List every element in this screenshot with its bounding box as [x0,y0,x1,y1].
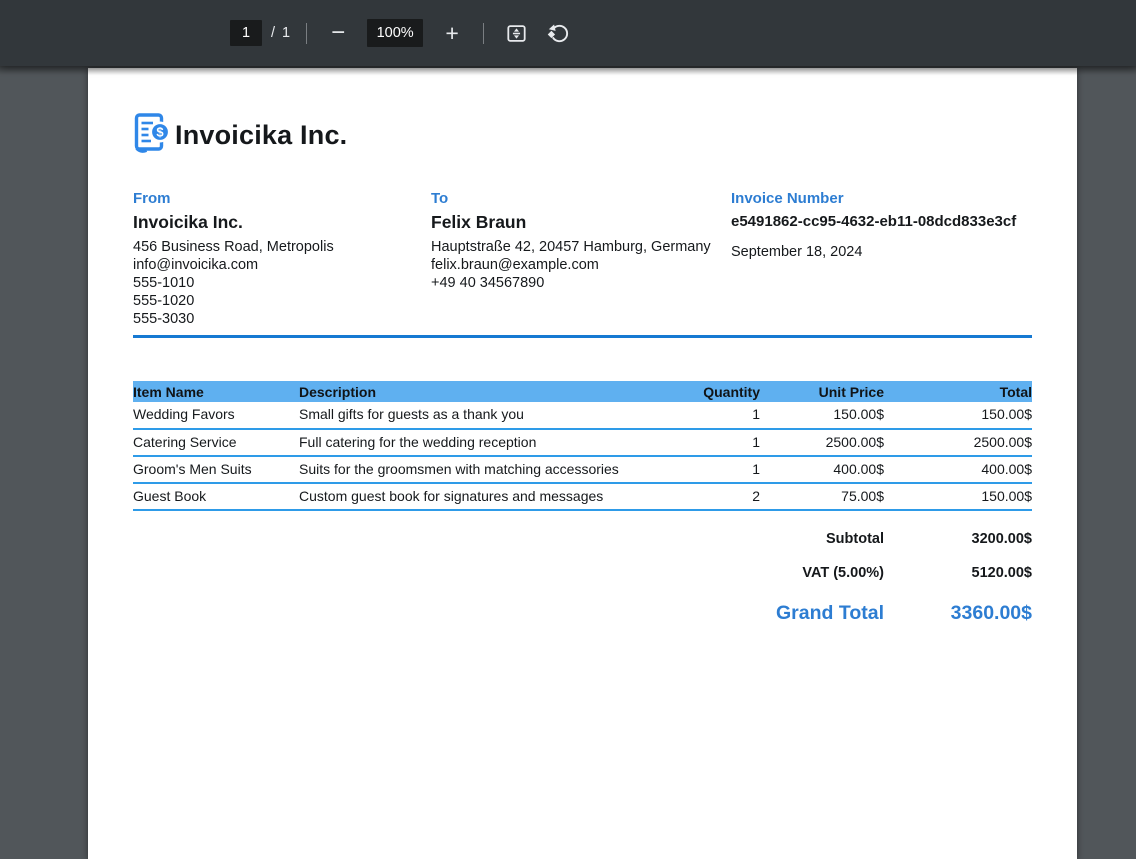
pdf-viewer-canvas: $ Invoicika Inc. From Invoicika Inc. 456… [0,66,1136,859]
page-total: 1 [282,25,291,41]
to-address: Hauptstraße 42, 20457 Hamburg, Germany [431,239,711,255]
cell-description: Small gifts for guests as a thank you [299,402,660,430]
from-phone: 555-3030 [133,311,195,327]
table-header-row: Item Name Description Quantity Unit Pric… [133,381,1032,402]
invoice-date: September 18, 2024 [731,244,863,260]
company-title: Invoicika Inc. [175,120,348,150]
zoom-level-input[interactable] [367,19,424,47]
toolbar-divider [306,22,308,44]
subtotal-value: 3200.00$ [971,531,1032,547]
subtotal-label: Subtotal [826,531,884,547]
cell-total: 150.00$ [884,402,1032,430]
vat-value: 5120.00$ [971,565,1032,581]
page-number-input[interactable] [230,20,262,46]
vat-label: VAT (5.00%) [802,565,884,581]
cell-description: Suits for the groomsmen with matching ac… [299,456,660,484]
cell-unit-price: 400.00$ [760,456,884,484]
invoice-number-block: Invoice Number e5491862-cc95-4632-eb11-0… [731,190,1032,328]
pdf-page: $ Invoicika Inc. From Invoicika Inc. 456… [88,68,1077,859]
cell-quantity: 1 [660,429,760,457]
header-description: Description [299,381,660,402]
rotate-counterclockwise-button[interactable] [542,17,574,49]
pdf-toolbar: / 1 − + [0,0,1136,66]
cell-item-name: Wedding Favors [133,402,299,430]
cell-item-name: Groom's Men Suits [133,456,299,484]
invoice-header: $ Invoicika Inc. [88,68,1077,159]
header-unit-price: Unit Price [760,381,884,402]
invoice-number-label: Invoice Number [731,190,844,207]
to-phone: +49 40 34567890 [431,275,545,291]
cell-unit-price: 75.00$ [760,483,884,511]
invoice-parties: From Invoicika Inc. 456 Business Road, M… [88,190,1077,328]
toolbar-divider [483,22,485,44]
to-name: Felix Braun [431,212,527,232]
to-block: To Felix Braun Hauptstraße 42, 20457 Ham… [431,190,731,328]
table-row: Wedding Favors Small gifts for guests as… [133,402,1032,430]
vat-row: VAT (5.00%) 5120.00$ [133,556,1032,590]
cell-unit-price: 150.00$ [760,402,884,430]
fit-to-page-icon [506,23,527,44]
subtotal-row: Subtotal 3200.00$ [133,522,1032,556]
table-row: Groom's Men Suits Suits for the groomsme… [133,456,1032,484]
header-item-name: Item Name [133,381,299,402]
fit-to-page-button[interactable] [500,17,532,49]
from-address: 456 Business Road, Metropolis [133,239,334,255]
header-total: Total [884,381,1032,402]
from-phone: 555-1010 [133,275,195,291]
invoice-number-value: e5491862-cc95-4632-eb11-08dcd833e3cf [731,213,1017,230]
zoom-in-button[interactable]: + [437,20,467,47]
cell-quantity: 1 [660,402,760,430]
cell-total: 400.00$ [884,456,1032,484]
grand-total-value: 3360.00$ [950,602,1032,624]
from-phone: 555-1020 [133,293,195,309]
cell-description: Full catering for the wedding reception [299,429,660,457]
invoice-dollar-logo-icon: $ [133,112,171,159]
to-label: To [431,190,449,207]
cell-total: 2500.00$ [884,429,1032,457]
totals-section: Subtotal 3200.00$ VAT (5.00%) 5120.00$ G… [133,522,1032,637]
cell-quantity: 1 [660,456,760,484]
table-row: Catering Service Full catering for the w… [133,429,1032,457]
grand-total-label: Grand Total [776,602,884,624]
cell-item-name: Guest Book [133,483,299,511]
cell-item-name: Catering Service [133,429,299,457]
from-block: From Invoicika Inc. 456 Business Road, M… [133,190,431,328]
grand-total-row: Grand Total 3360.00$ [133,590,1032,637]
zoom-out-button[interactable]: − [323,19,353,47]
from-label: From [133,190,171,207]
page-separator: / [271,25,276,41]
cell-quantity: 2 [660,483,760,511]
cell-description: Custom guest book for signatures and mes… [299,483,660,511]
svg-text:$: $ [156,125,164,140]
to-email: felix.braun@example.com [431,257,599,273]
toolbar-controls: / 1 − + [230,0,584,66]
cell-unit-price: 2500.00$ [760,429,884,457]
from-email: info@invoicika.com [133,257,259,273]
cell-total: 150.00$ [884,483,1032,511]
rotate-counterclockwise-icon [547,22,570,45]
header-quantity: Quantity [660,381,760,402]
table-row: Guest Book Custom guest book for signatu… [133,483,1032,511]
section-divider-rule [133,335,1032,338]
from-name: Invoicika Inc. [133,212,243,232]
line-items-table: Item Name Description Quantity Unit Pric… [133,381,1032,511]
